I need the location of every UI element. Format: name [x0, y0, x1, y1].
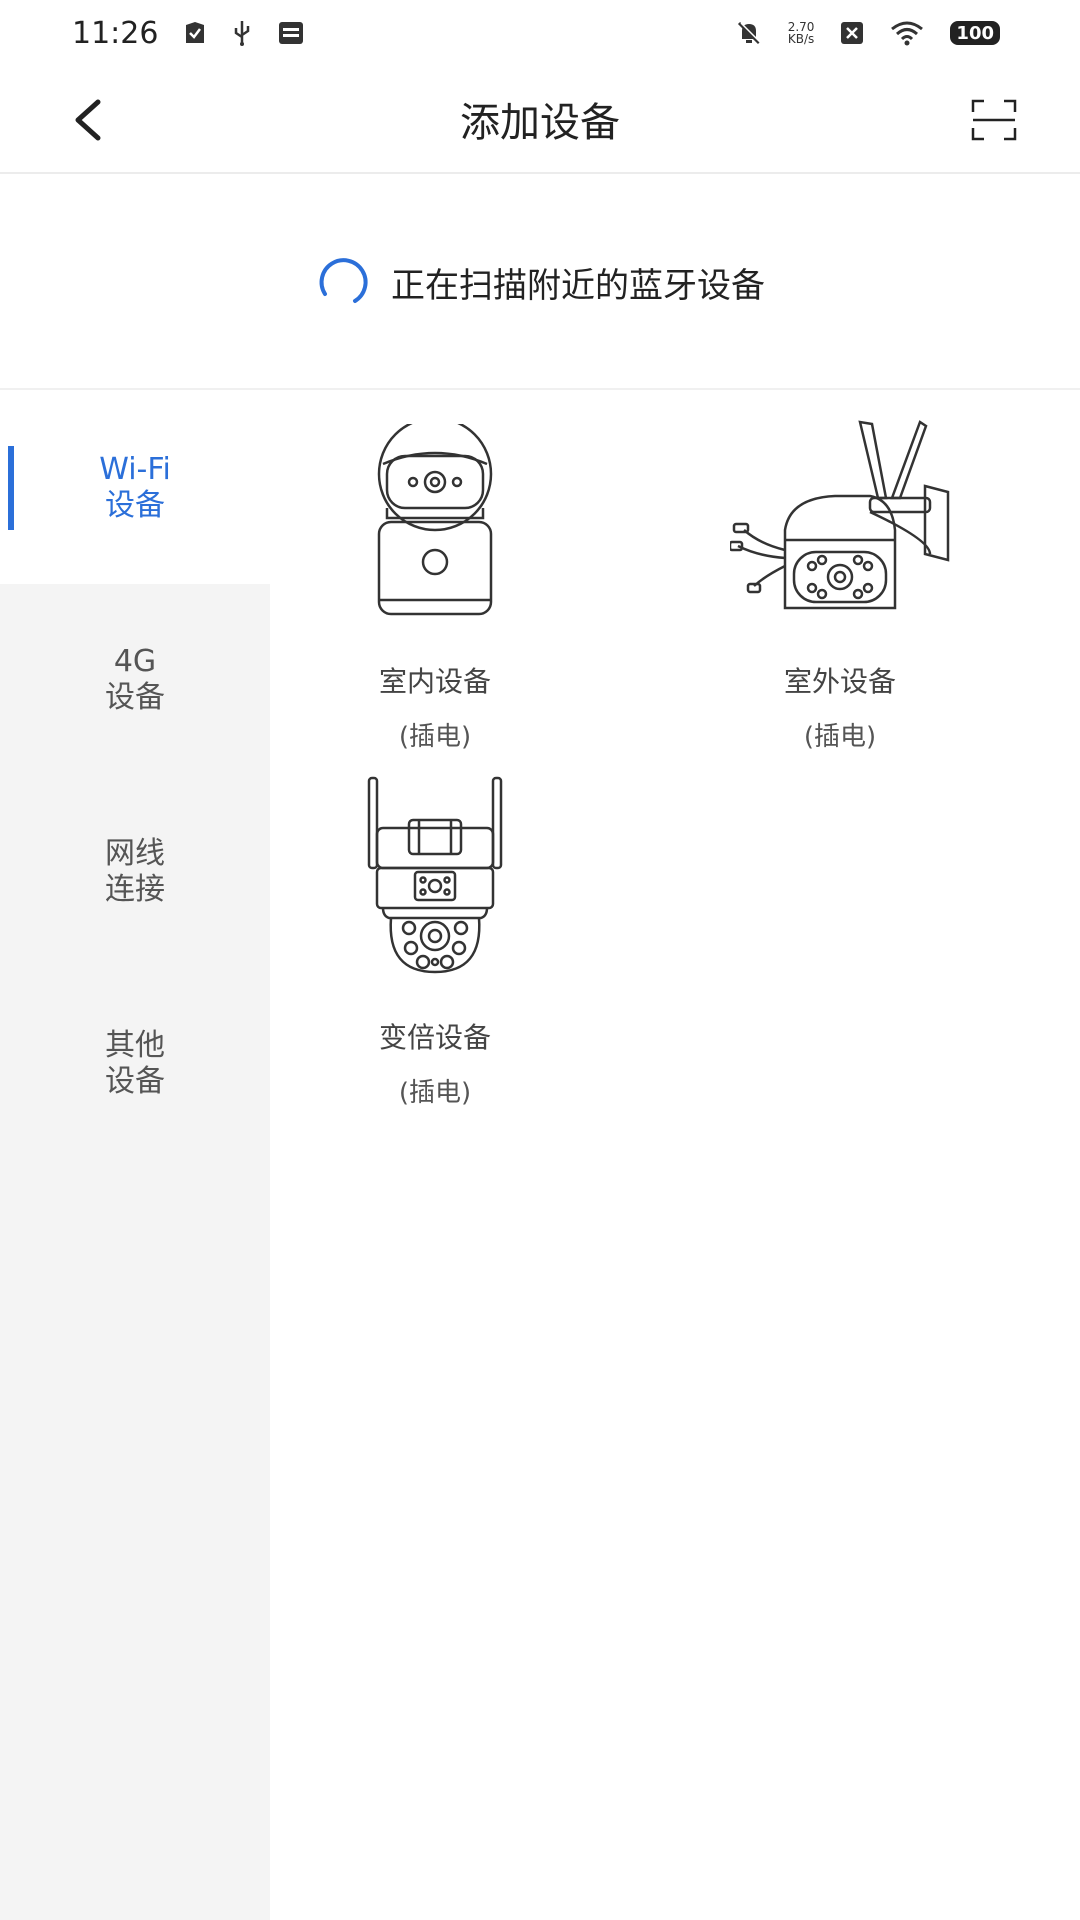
- device-power-type: (插电): [398, 722, 472, 752]
- chevron-left-icon: [75, 99, 101, 141]
- net-speed-unit: KB/s: [787, 32, 815, 46]
- device-card-indoor[interactable]: 室内设备 (插电): [270, 420, 600, 760]
- sidebar-item-label: Wi-Fi 设备: [99, 452, 171, 523]
- close-box-icon: [840, 21, 864, 45]
- sidebar-item-label: 其他 设备: [105, 1028, 165, 1099]
- bluetooth-scan-banner: 正在扫描附近的蓝牙设备: [0, 176, 1080, 390]
- active-indicator: [8, 446, 14, 530]
- zoom-camera-icon: [320, 776, 550, 976]
- sidebar-item-label: 4G 设备: [105, 644, 165, 715]
- sim-card-icon: [278, 21, 304, 45]
- sidebar-item-ethernet[interactable]: 网线 连接: [0, 776, 270, 968]
- sidebar-item-other[interactable]: 其他 设备: [0, 968, 270, 1160]
- device-name: 室外设备: [783, 665, 896, 698]
- battery-indicator: 100: [950, 21, 1000, 45]
- indoor-camera-icon: [320, 420, 550, 620]
- page-title: 添加设备: [460, 100, 620, 146]
- status-left: 11:26: [72, 16, 304, 51]
- sidebar-item-label: 网线 连接: [105, 836, 165, 907]
- device-power-type: (插电): [803, 722, 877, 752]
- header: 添加设备: [0, 66, 1080, 174]
- device-name: 室内设备: [378, 665, 491, 698]
- scan-icon: [971, 99, 1017, 141]
- category-sidebar: Wi-Fi 设备 4G 设备 网线 连接 其他 设备: [0, 392, 270, 1920]
- device-card-outdoor[interactable]: 室外设备 (插电): [675, 420, 1005, 760]
- device-power-type: (插电): [398, 1078, 472, 1108]
- usb-icon: [232, 20, 252, 46]
- status-time: 11:26: [72, 15, 159, 51]
- qr-scan-button[interactable]: [964, 90, 1024, 150]
- status-bar: 11:26 2.70 KB/s 100: [0, 0, 1080, 66]
- mute-bell-icon: [736, 20, 762, 46]
- status-right: 2.70 KB/s 100: [736, 20, 1000, 46]
- scan-status-text: 正在扫描附近的蓝牙设备: [391, 265, 765, 306]
- outdoor-camera-icon: [725, 420, 955, 620]
- device-card-zoom[interactable]: 变倍设备 (插电): [270, 776, 600, 1116]
- sidebar-item-4g[interactable]: 4G 设备: [0, 584, 270, 776]
- notification-icon: [184, 21, 206, 45]
- device-name: 变倍设备: [378, 1021, 491, 1054]
- back-button[interactable]: [60, 92, 116, 148]
- sidebar-item-wifi[interactable]: Wi-Fi 设备: [0, 392, 270, 584]
- net-speed: 2.70 KB/s: [788, 21, 815, 45]
- wifi-icon: [890, 20, 924, 46]
- loading-spinner-icon: [315, 254, 371, 310]
